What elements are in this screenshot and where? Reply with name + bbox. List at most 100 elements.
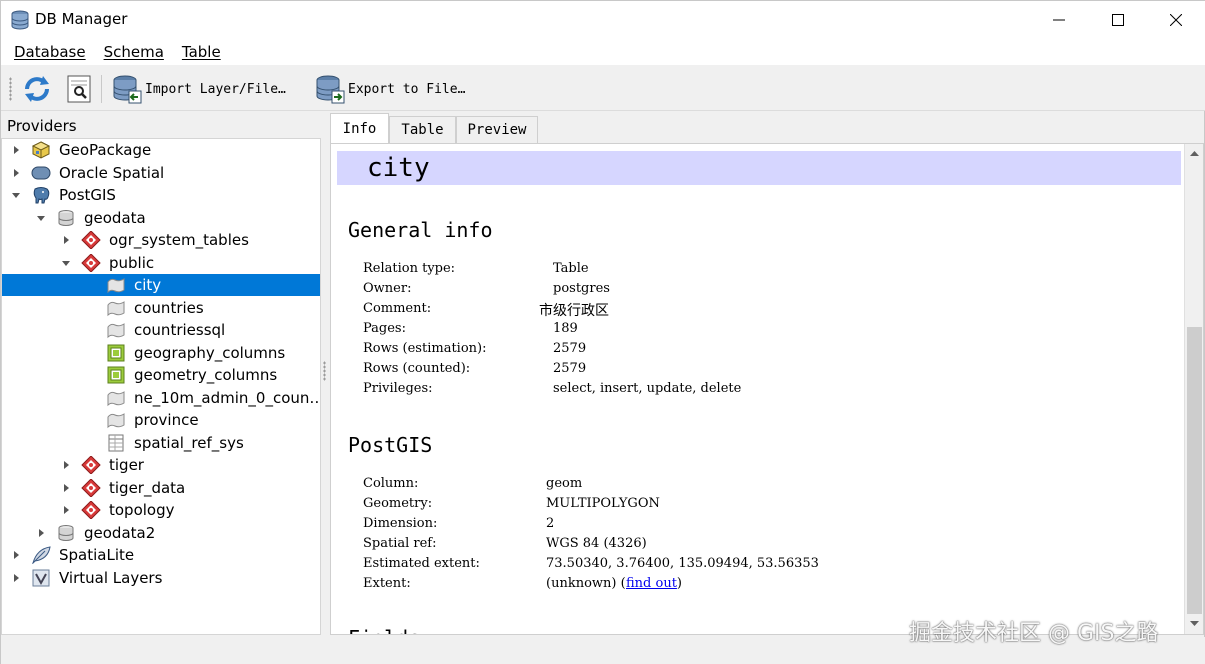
tree-node[interactable]: city: [2, 274, 320, 296]
info-value: geom: [546, 476, 583, 491]
schema-icon: [81, 455, 101, 475]
info-row: Spatial ref: WGS 84 (4326): [331, 536, 1171, 554]
find-out-wrapper: find out): [626, 576, 682, 591]
info-row: Dimension: 2: [331, 516, 1171, 534]
table-icon: [106, 434, 126, 452]
chevron-right-icon[interactable]: [11, 168, 21, 178]
tree-node[interactable]: countries: [2, 297, 320, 319]
info-row: Privileges: select, insert, update, delet…: [331, 381, 1171, 399]
tree-node-label: PostGIS: [59, 186, 116, 204]
sql-window-icon[interactable]: [63, 73, 95, 105]
info-key: Rows (estimation):: [363, 341, 487, 356]
tree-node[interactable]: geodata2: [2, 522, 320, 544]
info-row: Comment: 市级行政区: [331, 301, 1171, 319]
maximize-icon: [1112, 14, 1124, 26]
info-row: Rows (counted): 2579: [331, 361, 1171, 379]
tree-node[interactable]: geodata: [2, 207, 320, 229]
info-value: 2579: [553, 361, 587, 376]
scroll-up-icon[interactable]: [1189, 148, 1200, 159]
tree-node[interactable]: spatial_ref_sys: [2, 432, 320, 454]
export-file-icon[interactable]: [314, 73, 346, 105]
import-layer-button[interactable]: Import Layer/File…: [145, 82, 286, 97]
tree-node[interactable]: ne_10m_admin_0_coun…: [2, 387, 320, 409]
tree-node[interactable]: topology: [2, 499, 320, 521]
providers-tree[interactable]: GeoPackage Oracle Spatial PostGIS geodata og…: [1, 138, 321, 635]
find-out-link[interactable]: find out: [626, 576, 677, 591]
info-value: (unknown) (: [546, 576, 626, 591]
chevron-right-icon[interactable]: [61, 235, 71, 245]
tree-node[interactable]: tiger_data: [2, 477, 320, 499]
chevron-right-icon[interactable]: [61, 483, 71, 493]
info-row: Rows (estimation): 2579: [331, 341, 1171, 359]
info-value: WGS 84 (4326): [546, 536, 647, 551]
tree-node-label: countries: [134, 298, 204, 317]
tree-node[interactable]: tiger: [2, 454, 320, 476]
db-manager-window: DB Manager Database Schema Table Import …: [0, 0, 1205, 664]
menu-schema[interactable]: Schema: [95, 43, 173, 61]
close-button[interactable]: [1153, 1, 1199, 39]
export-file-button[interactable]: Export to File…: [348, 82, 465, 97]
menu-table[interactable]: Table: [173, 43, 230, 61]
tree-node[interactable]: SpatiaLite: [2, 544, 320, 566]
schema-icon: [81, 230, 101, 250]
info-row: Column: geom: [331, 476, 1171, 494]
tab-table[interactable]: Table: [389, 116, 456, 143]
minimize-icon: [1053, 19, 1065, 21]
toolbar-separator: [101, 75, 102, 103]
toolbar-grip[interactable]: [9, 77, 12, 101]
tree-node[interactable]: PostGIS: [2, 184, 320, 206]
tree-node[interactable]: Oracle Spatial: [2, 162, 320, 184]
menu-bar: Database Schema Table: [1, 39, 1205, 65]
tree-node[interactable]: countriessql: [2, 319, 320, 341]
tree-node-label: Virtual Layers: [59, 568, 163, 587]
schema-icon: [81, 252, 101, 273]
tree-node[interactable]: ogr_system_tables: [2, 229, 320, 251]
tree-node-label: ogr_system_tables: [109, 231, 249, 249]
info-key: Extent:: [363, 576, 411, 591]
info-key: Dimension:: [363, 516, 438, 531]
geopackage-icon: [31, 141, 51, 159]
chevron-down-icon[interactable]: [61, 258, 71, 268]
chevron-down-icon[interactable]: [36, 213, 46, 223]
refresh-icon[interactable]: [21, 73, 53, 105]
maximize-button[interactable]: [1095, 1, 1141, 39]
chevron-right-icon[interactable]: [61, 460, 71, 470]
chevron-down-icon[interactable]: [11, 190, 21, 200]
database-icon: [11, 10, 29, 30]
virtual-layers-icon: [31, 569, 51, 587]
tab-info[interactable]: Info: [330, 113, 389, 144]
tree-node[interactable]: geography_columns: [2, 342, 320, 364]
chevron-right-icon[interactable]: [11, 573, 21, 583]
panel-splitter[interactable]: [323, 361, 326, 381]
tree-node[interactable]: Virtual Layers: [2, 567, 320, 589]
info-scrollbar[interactable]: [1184, 144, 1203, 634]
chevron-right-icon[interactable]: [61, 505, 71, 515]
info-key: Spatial ref:: [363, 536, 437, 551]
chevron-right-icon[interactable]: [36, 528, 46, 538]
chevron-right-icon[interactable]: [11, 145, 21, 155]
minimize-button[interactable]: [1036, 1, 1082, 39]
scrollbar-thumb[interactable]: [1187, 327, 1202, 614]
fields-heading: Fields: [348, 626, 420, 634]
info-key: Owner:: [363, 281, 412, 296]
tree-node[interactable]: public: [2, 252, 320, 274]
tree-node-label: geometry_columns: [134, 366, 278, 384]
tree-node[interactable]: geometry_columns: [2, 364, 320, 386]
info-value: 2: [546, 516, 555, 531]
view-icon: [106, 344, 126, 362]
watermark-text: 掘金技术社区 @ GIS之路: [909, 621, 1159, 646]
info-row: Relation type: Table: [331, 261, 1171, 279]
tab-preview[interactable]: Preview: [456, 116, 538, 143]
close-icon: [1170, 14, 1182, 26]
title-bar: DB Manager: [1, 1, 1205, 39]
polygon-layer-icon: [106, 276, 126, 294]
view-icon: [106, 366, 126, 384]
scroll-down-icon[interactable]: [1189, 618, 1200, 629]
tree-node[interactable]: province: [2, 409, 320, 431]
import-layer-icon[interactable]: [111, 73, 143, 105]
tree-node-label: topology: [109, 501, 175, 519]
info-key: Rows (counted):: [363, 361, 471, 376]
menu-database[interactable]: Database: [5, 43, 95, 61]
chevron-right-icon[interactable]: [11, 550, 21, 560]
tree-node[interactable]: GeoPackage: [2, 139, 320, 161]
